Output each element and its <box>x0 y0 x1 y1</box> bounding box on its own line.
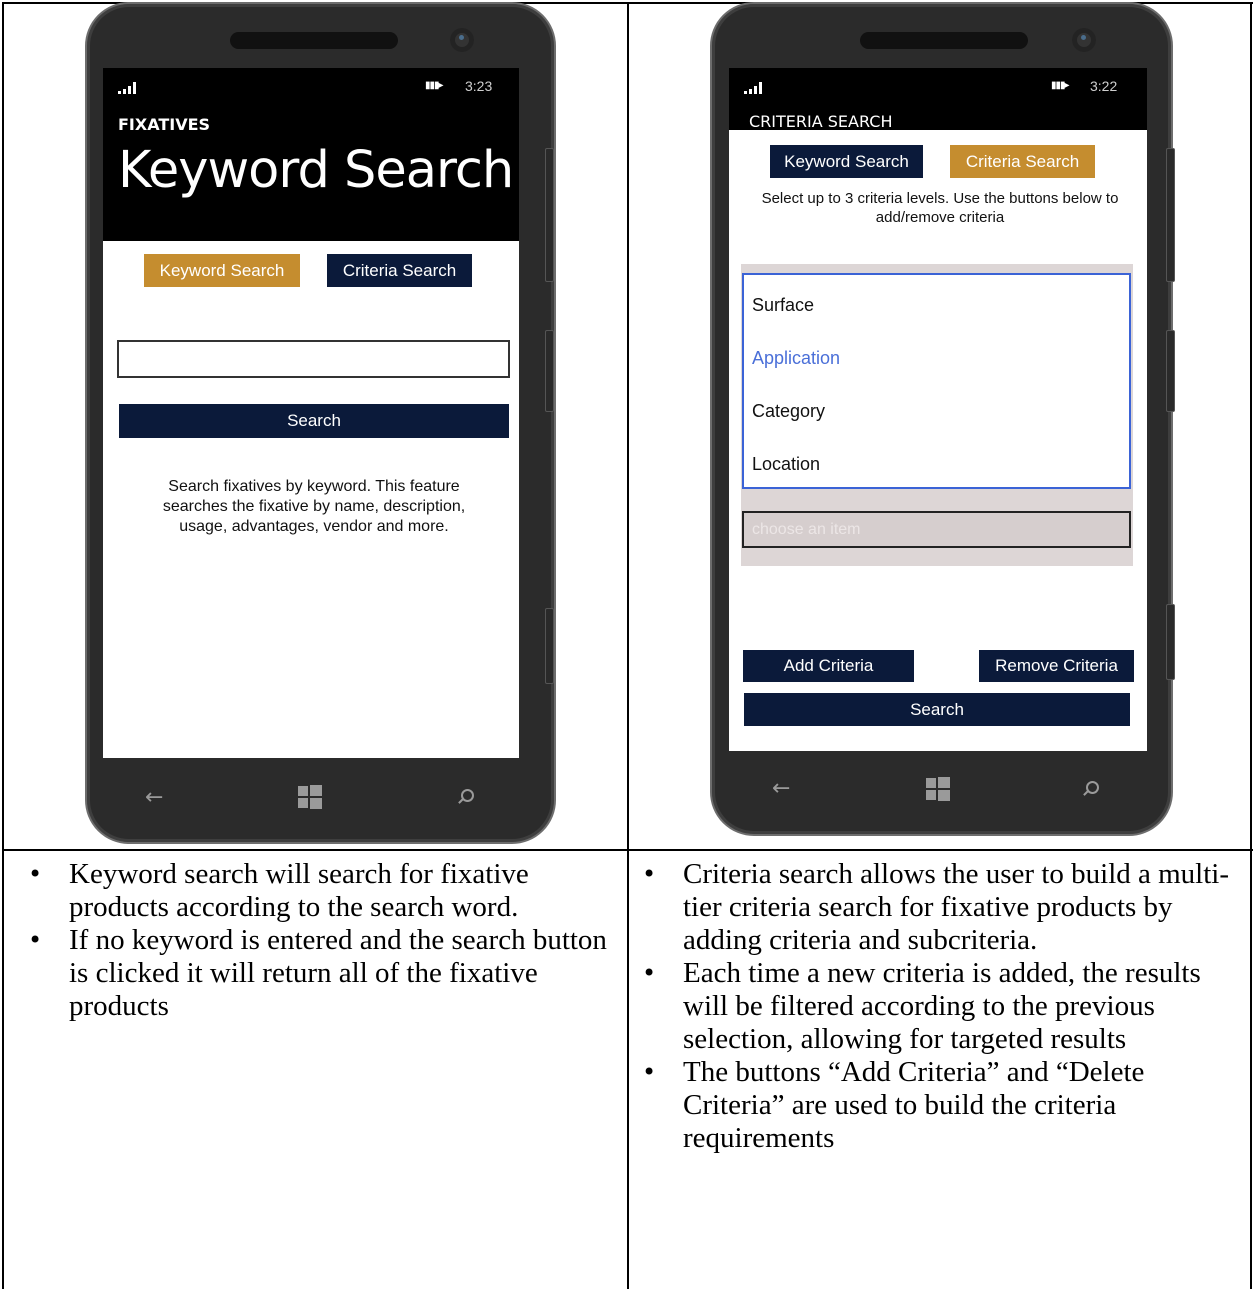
right-phone-speaker <box>860 32 1028 49</box>
criteria-dropdown[interactable]: choose an item <box>742 511 1131 548</box>
right-phone-camera <box>1072 28 1096 52</box>
right-phone-screen: ▮▮▮▸ 3:22 CRITERIA SEARCH Keyword Search… <box>729 68 1147 751</box>
battery-icon: ▮▮▮▸ <box>425 80 444 91</box>
search-icon[interactable] <box>1082 781 1099 797</box>
back-arrow-icon[interactable]: ← <box>145 786 163 810</box>
signal-icon <box>118 82 136 94</box>
search-button[interactable]: Search <box>744 693 1130 726</box>
list-item: The buttons “Add Criteria” and “Delete C… <box>636 1056 1248 1155</box>
right-phone-volume-button <box>1166 148 1175 282</box>
table-right-border <box>1250 2 1252 1289</box>
tab-criteria-search[interactable]: Criteria Search <box>327 254 472 287</box>
criteria-option-surface[interactable]: Surface <box>752 295 814 316</box>
search-input[interactable] <box>117 340 510 378</box>
tab-keyword-search[interactable]: Keyword Search <box>144 254 300 287</box>
windows-start-icon[interactable] <box>926 777 950 801</box>
search-button[interactable]: Search <box>119 404 509 438</box>
list-item: Each time a new criteria is added, the r… <box>636 957 1248 1056</box>
page-title: Keyword Search <box>118 141 514 200</box>
criteria-option-location[interactable]: Location <box>752 454 820 475</box>
right-phone-camera-button <box>1166 604 1175 680</box>
signal-icon <box>744 82 762 94</box>
windows-start-icon[interactable] <box>298 785 322 809</box>
left-phone-camera-button <box>545 608 554 684</box>
table-row-divider <box>2 849 1253 851</box>
app-label: FIXATIVES <box>118 115 211 134</box>
criteria-option-application[interactable]: Application <box>752 348 840 369</box>
left-phone-screen: ▮▮▮▸ 3:23 FIXATIVES Keyword Search Keywo… <box>103 68 519 758</box>
add-criteria-button[interactable]: Add Criteria <box>743 650 914 682</box>
left-phone-power-button <box>545 330 554 412</box>
tab-criteria-search[interactable]: Criteria Search <box>950 145 1095 178</box>
right-phone-power-button <box>1166 330 1175 412</box>
table-left-border <box>2 2 4 1289</box>
status-time: 3:23 <box>465 78 493 94</box>
right-caption-list: Criteria search allows the user to build… <box>636 858 1248 1155</box>
list-item: Criteria search allows the user to build… <box>636 858 1248 957</box>
status-time: 3:22 <box>1090 78 1118 94</box>
remove-criteria-button[interactable]: Remove Criteria <box>979 650 1134 682</box>
criteria-listbox[interactable]: Surface Application Category Location <box>742 273 1131 489</box>
table-middle-divider <box>627 2 629 1289</box>
search-icon[interactable] <box>457 789 474 805</box>
battery-icon: ▮▮▮▸ <box>1051 80 1070 91</box>
search-description: Search fixatives by keyword. This featur… <box>162 478 466 535</box>
back-arrow-icon[interactable]: ← <box>772 777 790 801</box>
list-item: If no keyword is entered and the search … <box>22 924 622 1023</box>
criteria-option-category[interactable]: Category <box>752 401 825 422</box>
tab-keyword-search[interactable]: Keyword Search <box>770 145 923 178</box>
left-phone-speaker <box>230 32 398 49</box>
list-item: Keyword search will search for fixative … <box>22 858 622 924</box>
left-phone-volume-button <box>545 148 554 282</box>
dropdown-placeholder: choose an item <box>752 521 861 538</box>
left-phone-camera <box>450 28 474 52</box>
left-caption-list: Keyword search will search for fixative … <box>22 858 622 1023</box>
app-label: CRITERIA SEARCH <box>749 112 893 131</box>
criteria-instructions: Select up to 3 criteria levels. Use the … <box>761 190 1119 226</box>
